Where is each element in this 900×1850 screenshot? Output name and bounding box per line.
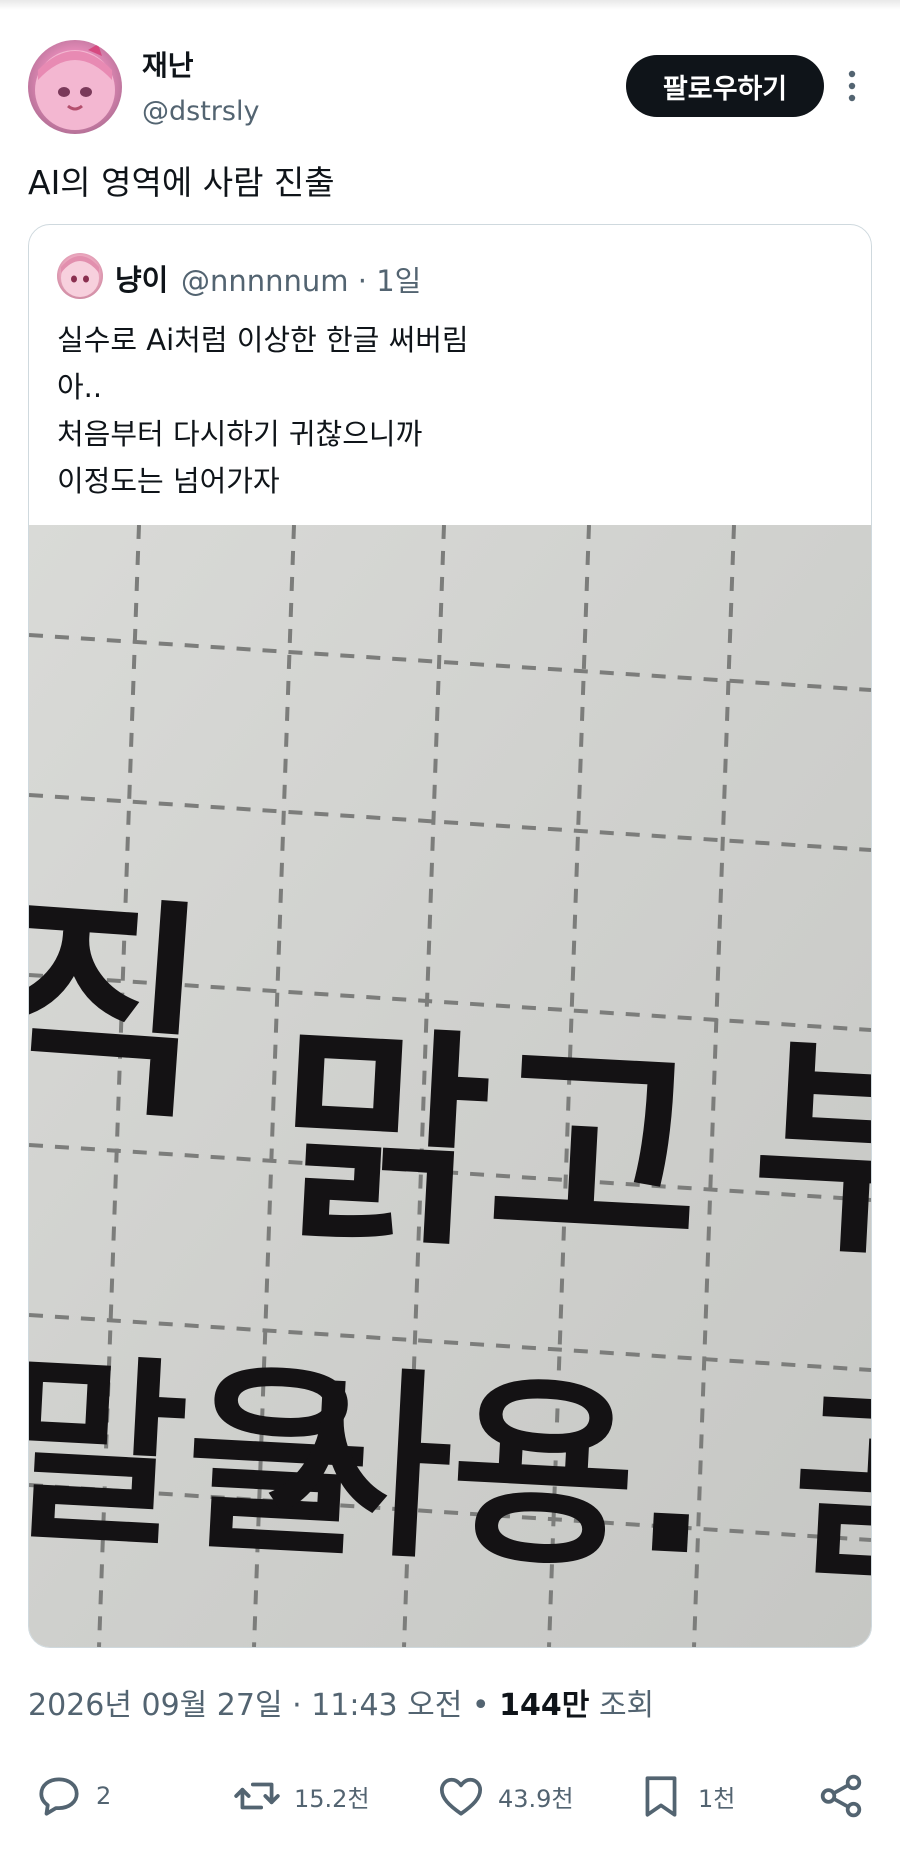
handwriting-word: 사용. <box>261 1345 717 1601</box>
quoted-handle-text: @nnnnnum <box>181 264 349 298</box>
share-icon <box>820 1774 862 1818</box>
separator-dot: · <box>348 264 377 298</box>
share-button[interactable] <box>816 1770 866 1822</box>
views-label: 조회 <box>598 1688 655 1723</box>
tweet-text: AI의 영역에 사람 진출 <box>28 163 335 202</box>
quoted-author-handle: @nnnnnum · 1일 <box>181 258 421 300</box>
quoted-line: 실수로 Ai처럼 이상한 한글 써버림 <box>57 323 469 357</box>
bookmark-count: 1천 <box>698 1784 736 1813</box>
quoted-media[interactable]: 직 맑고 부 말을 사용. 곧 <box>29 525 871 1647</box>
top-edge <box>0 0 900 10</box>
follow-button[interactable]: 팔로우하기 <box>626 55 824 117</box>
separator-dot: · <box>282 1688 312 1723</box>
handwriting-word: 맑고 <box>271 1003 708 1292</box>
bookmark-button[interactable]: 1천 <box>636 1770 735 1822</box>
avatar-image <box>35 44 115 130</box>
views-count: 144만 <box>499 1688 590 1723</box>
handwriting-char: 부 <box>746 1013 871 1291</box>
reply-button[interactable]: 2 <box>34 1770 111 1822</box>
quoted-text: 실수로 Ai처럼 이상한 한글 써버림 아.. 처음부터 다시하기 귀찮으니까 … <box>57 317 469 505</box>
like-button[interactable]: 43.9천 <box>436 1770 574 1822</box>
more-icon[interactable] <box>842 66 862 106</box>
quoted-avatar <box>57 253 103 299</box>
retweet-icon <box>234 1782 280 1810</box>
reply-icon <box>39 1777 79 1816</box>
handwriting-char: 곧 <box>786 1370 871 1612</box>
reply-count: 2 <box>96 1782 112 1810</box>
retweet-button[interactable]: 15.2천 <box>232 1770 370 1822</box>
tweet-meta: 2026년 09월 27일 · 11:43 오전 • 144만 조회 <box>28 1680 654 1724</box>
post-time: 11:43 오전 <box>311 1688 463 1723</box>
quoted-line: 이정도는 넘어가자 <box>57 464 280 498</box>
retweet-count: 15.2천 <box>294 1784 370 1813</box>
separator-dot: • <box>462 1688 500 1723</box>
post-date: 2026년 09월 27일 <box>28 1688 283 1723</box>
quoted-time: 1일 <box>376 264 422 298</box>
like-count: 43.9천 <box>498 1784 574 1813</box>
author-name[interactable]: 재난 <box>142 44 194 84</box>
quoted-line: 아.. <box>57 370 103 404</box>
handwriting-photo: 직 맑고 부 말을 사용. 곧 <box>29 525 871 1647</box>
author-handle[interactable]: @dstrsly <box>142 96 259 127</box>
bookmark-icon <box>645 1776 677 1817</box>
handwriting-char: 직 <box>29 871 215 1152</box>
quoted-line: 처음부터 다시하기 귀찮으니까 <box>57 417 423 451</box>
avatar[interactable] <box>28 40 122 134</box>
quoted-author-name: 냥이 <box>115 263 169 297</box>
quoted-tweet[interactable]: 냥이 @nnnnnum · 1일 실수로 Ai처럼 이상한 한글 써버림 아..… <box>28 224 872 1648</box>
like-icon <box>439 1777 483 1816</box>
